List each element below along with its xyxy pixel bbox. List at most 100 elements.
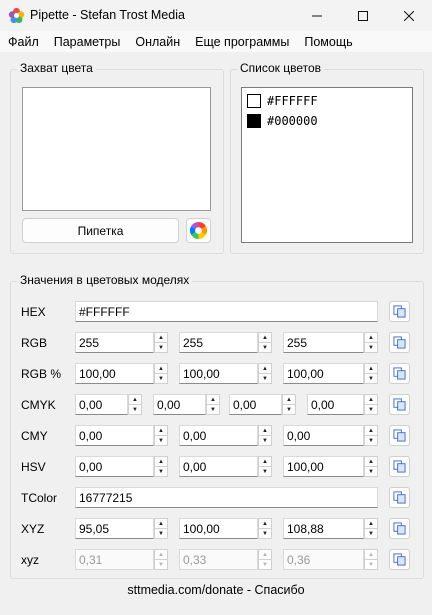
pipette-button[interactable]: Пипетка [22, 218, 179, 243]
spin-down-icon[interactable]: ▼ [365, 436, 377, 445]
spin-down-icon[interactable]: ▼ [365, 405, 377, 414]
spin-up-icon[interactable]: ▲ [155, 457, 167, 467]
menu-file[interactable]: Файл [0, 35, 46, 49]
maximize-button[interactable] [340, 0, 386, 31]
spin-down-icon[interactable]: ▼ [259, 343, 271, 352]
cmyk-y-input[interactable]: 0,00 [229, 394, 282, 415]
spin-down-icon[interactable]: ▼ [365, 467, 377, 476]
spin-down-icon[interactable]: ▼ [365, 374, 377, 383]
spin-up-icon[interactable]: ▲ [365, 395, 377, 405]
hsv-h-spinner[interactable]: ▲ ▼ [154, 456, 168, 477]
spin-up-icon[interactable]: ▲ [259, 333, 271, 343]
copy-tcolor-button[interactable] [389, 487, 410, 508]
rgb-pct-b-spinner[interactable]: ▲ ▼ [364, 363, 378, 384]
cmyk-c-input[interactable]: 0,00 [75, 394, 128, 415]
spin-down-icon[interactable]: ▼ [365, 529, 377, 538]
spin-up-icon[interactable]: ▲ [155, 519, 167, 529]
copy-cmyk-button[interactable] [389, 394, 410, 415]
xyz-z-spinner[interactable]: ▲ ▼ [364, 518, 378, 539]
rgb-g-input[interactable]: 255 [179, 332, 258, 353]
cmy-m-spinner[interactable]: ▲ ▼ [258, 425, 272, 446]
color-picker-button[interactable] [186, 218, 211, 243]
spin-up-icon[interactable]: ▲ [259, 364, 271, 374]
rgb-pct-g-spinner[interactable]: ▲ ▼ [258, 363, 272, 384]
spin-down-icon[interactable]: ▼ [155, 374, 167, 383]
spin-up-icon[interactable]: ▲ [129, 395, 141, 405]
donate-link[interactable]: sttmedia.com/donate - Спасибо [0, 583, 432, 597]
rgb-pct-r-spinner[interactable]: ▲ ▼ [154, 363, 168, 384]
spin-down-icon[interactable]: ▼ [259, 529, 271, 538]
rgb-pct-g-input[interactable]: 100,00 [179, 363, 258, 384]
cmy-c-spinner[interactable]: ▲ ▼ [154, 425, 168, 446]
rgb-pct-r-input[interactable]: 100,00 [75, 363, 154, 384]
close-button[interactable] [386, 0, 432, 31]
cmyk-k-spinner[interactable]: ▲ ▼ [364, 394, 378, 415]
spin-down-icon[interactable]: ▼ [259, 374, 271, 383]
xyz-x-input[interactable]: 95,05 [75, 518, 154, 539]
spin-down-icon[interactable]: ▼ [283, 405, 295, 414]
spin-up-icon[interactable]: ▲ [155, 364, 167, 374]
spin-up-icon[interactable]: ▲ [155, 333, 167, 343]
spin-down-icon[interactable]: ▼ [129, 405, 141, 414]
spin-up-icon[interactable]: ▲ [365, 457, 377, 467]
xyz-y-input[interactable]: 100,00 [179, 518, 258, 539]
spin-down-icon[interactable]: ▼ [155, 436, 167, 445]
hsv-s-input[interactable]: 0,00 [179, 456, 258, 477]
spin-down-icon[interactable]: ▼ [155, 343, 167, 352]
spin-down-icon[interactable]: ▼ [207, 405, 219, 414]
list-item[interactable]: #FFFFFF [247, 93, 318, 109]
cmyk-m-input[interactable]: 0,00 [153, 394, 206, 415]
rgb-r-input[interactable]: 255 [75, 332, 154, 353]
spin-up-icon[interactable]: ▲ [259, 457, 271, 467]
copy-xyz-normalized-button[interactable] [389, 549, 410, 570]
list-item[interactable]: #000000 [247, 113, 318, 129]
hex-input[interactable]: #FFFFFF [75, 301, 378, 322]
copy-cmy-button[interactable] [389, 425, 410, 446]
rgb-g-spinner[interactable]: ▲ ▼ [258, 332, 272, 353]
menu-settings[interactable]: Параметры [46, 35, 128, 49]
hsv-s-spinner[interactable]: ▲ ▼ [258, 456, 272, 477]
cmy-c-input[interactable]: 0,00 [75, 425, 154, 446]
tcolor-input[interactable]: 16777215 [75, 487, 378, 508]
spin-up-icon[interactable]: ▲ [365, 333, 377, 343]
cmyk-m-spinner[interactable]: ▲ ▼ [206, 394, 220, 415]
cmy-y-input[interactable]: 0,00 [283, 425, 364, 446]
spin-up-icon[interactable]: ▲ [365, 426, 377, 436]
spin-up-icon[interactable]: ▲ [259, 519, 271, 529]
minimize-button[interactable] [294, 0, 340, 31]
xyz-x-spinner[interactable]: ▲ ▼ [154, 518, 168, 539]
copy-hsv-button[interactable] [389, 456, 410, 477]
menu-more-programs[interactable]: Еще программы [187, 35, 296, 49]
spin-up-icon[interactable]: ▲ [283, 395, 295, 405]
cmy-m-input[interactable]: 0,00 [179, 425, 258, 446]
spin-up-icon[interactable]: ▲ [207, 395, 219, 405]
copy-rgb-button[interactable] [389, 332, 410, 353]
cmyk-k-input[interactable]: 0,00 [307, 394, 364, 415]
spin-down-icon[interactable]: ▼ [259, 467, 271, 476]
cmyk-y-spinner[interactable]: ▲ ▼ [282, 394, 296, 415]
copy-rgb-percent-button[interactable] [389, 363, 410, 384]
rgb-b-input[interactable]: 255 [283, 332, 364, 353]
spin-up-icon[interactable]: ▲ [365, 519, 377, 529]
spin-up-icon[interactable]: ▲ [365, 364, 377, 374]
rgb-b-spinner[interactable]: ▲ ▼ [364, 332, 378, 353]
color-list[interactable]: #FFFFFF #000000 [241, 87, 413, 243]
copy-hex-button[interactable] [389, 301, 410, 322]
cmyk-c-spinner[interactable]: ▲ ▼ [128, 394, 142, 415]
xyz-z-input[interactable]: 108,88 [283, 518, 364, 539]
hsv-v-input[interactable]: 100,00 [283, 456, 364, 477]
hsv-v-spinner[interactable]: ▲ ▼ [364, 456, 378, 477]
cmy-y-spinner[interactable]: ▲ ▼ [364, 425, 378, 446]
spin-up-icon[interactable]: ▲ [259, 426, 271, 436]
hsv-h-input[interactable]: 0,00 [75, 456, 154, 477]
spin-down-icon[interactable]: ▼ [155, 529, 167, 538]
spin-down-icon[interactable]: ▼ [365, 343, 377, 352]
spin-down-icon[interactable]: ▼ [259, 436, 271, 445]
rgb-pct-b-input[interactable]: 100,00 [283, 363, 364, 384]
spin-down-icon[interactable]: ▼ [155, 467, 167, 476]
menu-online[interactable]: Онлайн [127, 35, 187, 49]
copy-xyz-button[interactable] [389, 518, 410, 539]
spin-up-icon[interactable]: ▲ [155, 426, 167, 436]
rgb-r-spinner[interactable]: ▲ ▼ [154, 332, 168, 353]
menu-help[interactable]: Помощь [296, 35, 359, 49]
